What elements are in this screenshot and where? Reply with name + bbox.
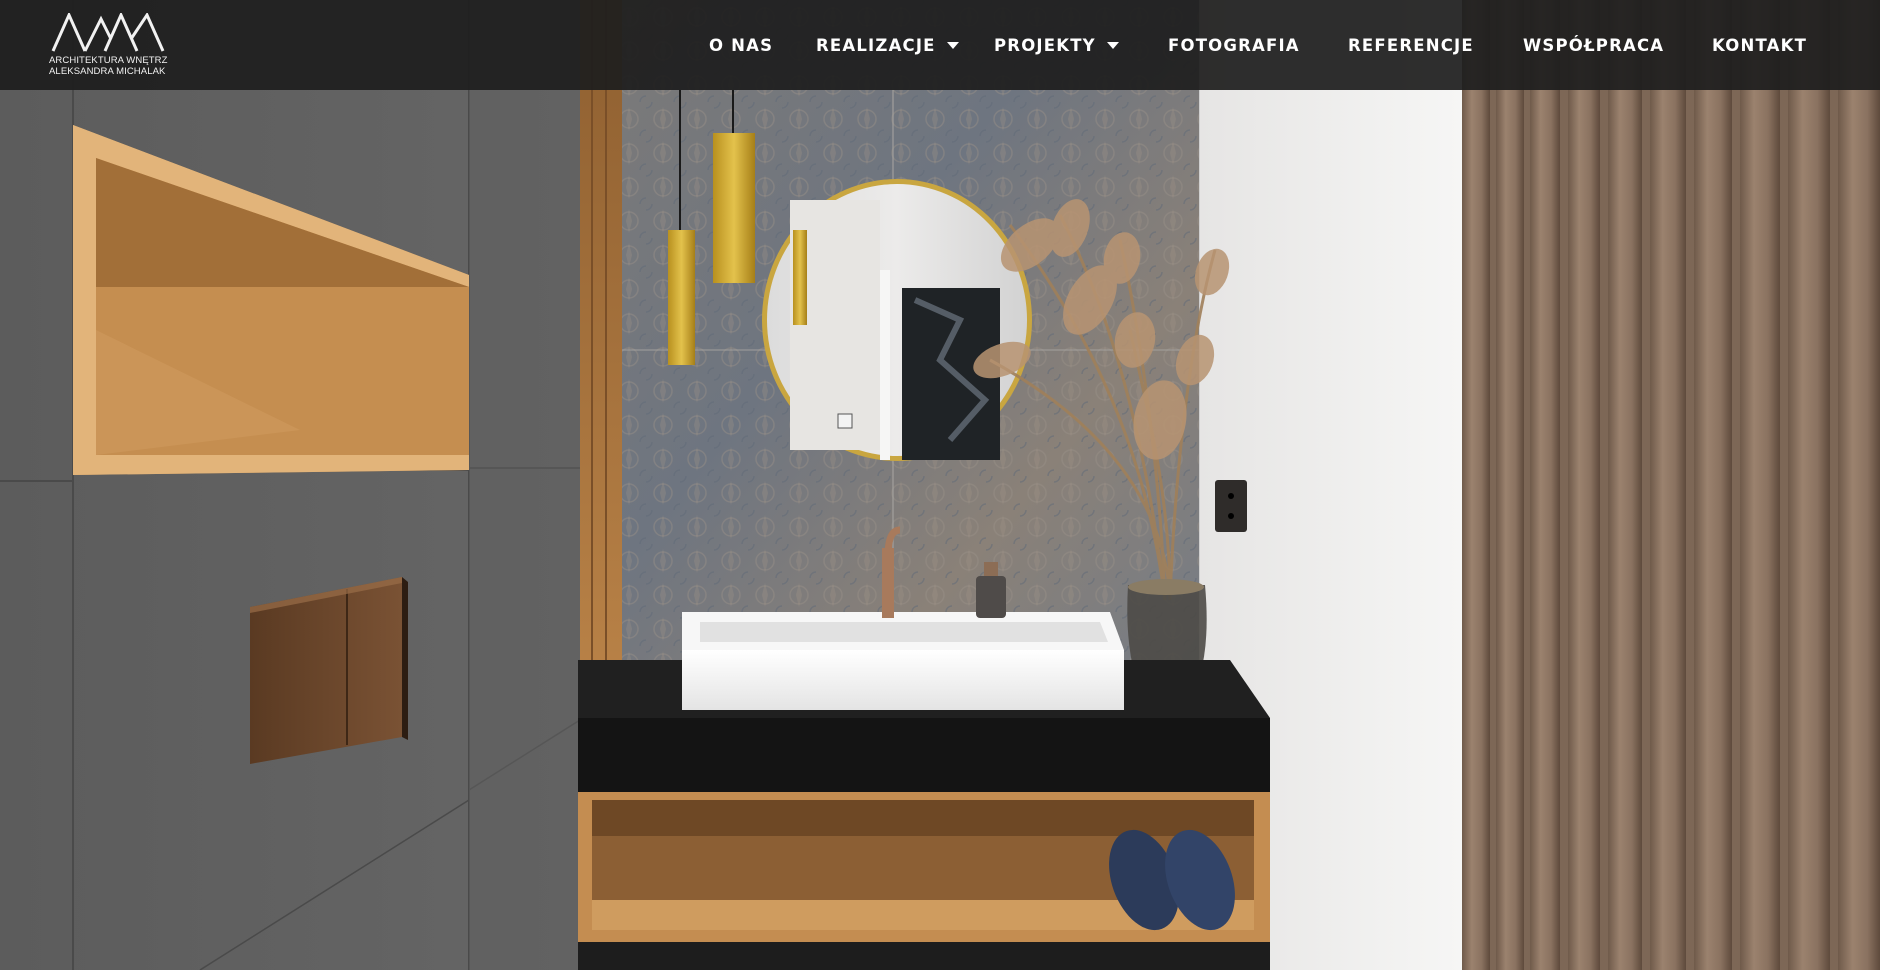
- nav-item-o-nas[interactable]: O NAS: [709, 33, 773, 57]
- nav-item-label: REALIZACJE: [816, 35, 936, 55]
- nav-item-projekty[interactable]: PROJEKTY: [994, 33, 1119, 57]
- nav-item-realizacje[interactable]: REALIZACJE: [816, 33, 959, 57]
- nav-item-referencje[interactable]: REFERENCJE: [1348, 33, 1474, 57]
- top-navbar: ARCHITEKTURA WNĘTRZ ALEKSANDRA MICHALAK …: [0, 0, 1880, 90]
- caret-down-icon: [1106, 41, 1119, 49]
- nav-item-wspolpraca[interactable]: WSPÓŁPRACA: [1523, 33, 1664, 57]
- nav-item-label: O NAS: [709, 35, 774, 55]
- main-menu: O NAS REALIZACJE PROJEKTY FOTOGRAFIA REF…: [0, 0, 1880, 90]
- hero-photo: [0, 0, 1880, 970]
- nav-item-label: KONTAKT: [1712, 35, 1808, 55]
- nav-item-label: REFERENCJE: [1348, 35, 1474, 55]
- nav-item-label: WSPÓŁPRACA: [1523, 35, 1665, 55]
- nav-item-fotografia[interactable]: FOTOGRAFIA: [1168, 33, 1300, 57]
- nav-item-label: PROJEKTY: [994, 35, 1096, 55]
- nav-item-label: FOTOGRAFIA: [1168, 35, 1300, 55]
- bathroom-scene: [0, 0, 1880, 970]
- nav-item-kontakt[interactable]: KONTAKT: [1712, 33, 1807, 57]
- caret-down-icon: [946, 41, 959, 49]
